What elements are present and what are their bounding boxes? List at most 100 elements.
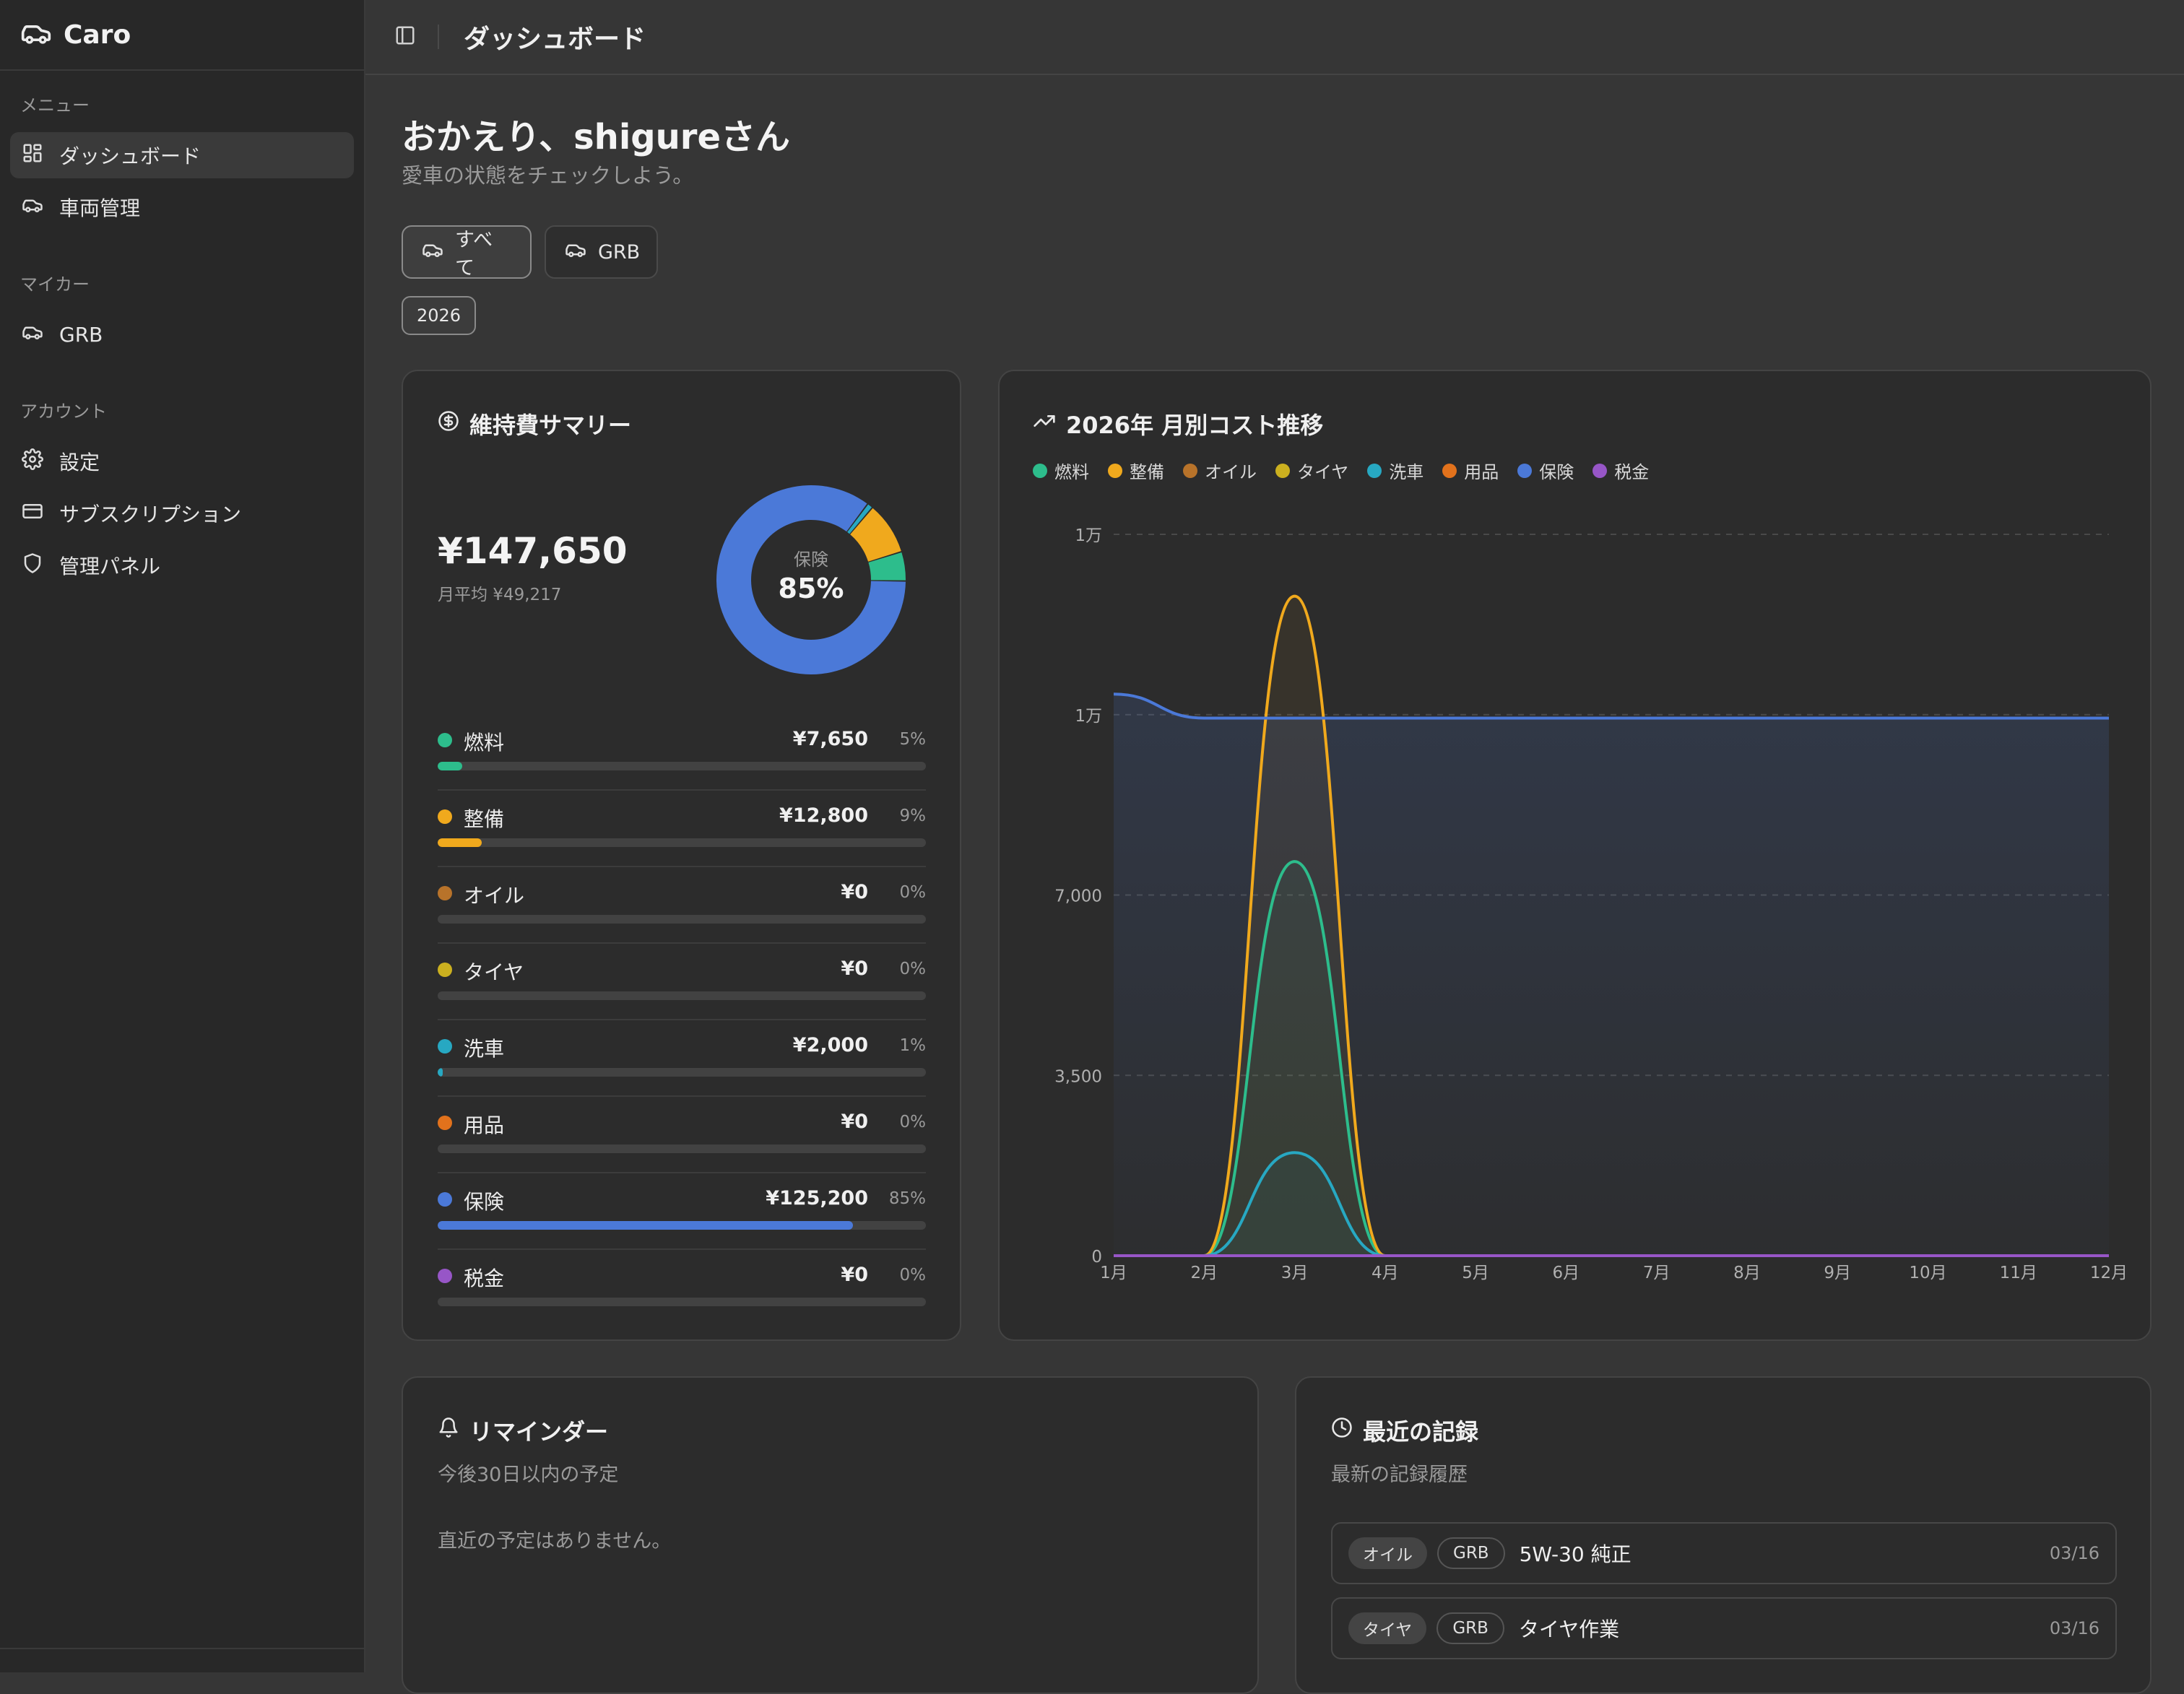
y-tick-label: 1万	[1075, 707, 1102, 726]
app-name: Caro	[64, 19, 131, 50]
x-tick-label: 8月	[1733, 1264, 1761, 1282]
x-tick-label: 5月	[1462, 1264, 1489, 1282]
monthly-cost-chart: 03,5007,0001万1万1月 2月 3月 4月 5月 6月 7月 8月 9月 10月 11月 1…	[1054, 526, 2128, 1282]
dollar-circle-icon	[438, 410, 459, 438]
sidebar-item-settings[interactable]: 設定	[10, 438, 354, 485]
record-row[interactable]: オイル GRB 5W-30 純正 03/16	[1331, 1522, 2117, 1584]
category-progress-track	[438, 1144, 926, 1153]
category-row: 用品 ¥0 0%	[438, 1097, 926, 1173]
category-list: 燃料 ¥7,650 5% 整備 ¥12,800 9% オイル ¥0 0% タイヤ ¥0 0% 洗車 ¥2,…	[438, 714, 926, 1326]
total-cost: ¥147,650	[438, 530, 628, 572]
category-progress-track	[438, 1068, 926, 1077]
greeting-subtitle: 愛車の状態をチェックしよう。	[402, 163, 694, 188]
monthly-average: 月平均 ¥49,217	[438, 586, 562, 604]
category-color-dot	[438, 1039, 452, 1054]
reminder-subtitle: 今後30日以内の予定	[438, 1464, 619, 1486]
year-chip[interactable]: 2026	[402, 296, 476, 335]
filter-all-button[interactable]: すべて	[402, 225, 532, 279]
reminder-title-text: リマインダー	[469, 1418, 609, 1446]
donut-center-label: 保険	[794, 550, 828, 570]
greeting-title: おかえり、shigureさん	[402, 117, 791, 157]
car-icon	[22, 194, 43, 221]
car-icon	[565, 239, 586, 266]
sidebar-toggle-icon[interactable]	[394, 25, 416, 49]
x-tick-label: 4月	[1372, 1264, 1399, 1282]
category-row: タイヤ ¥0 0%	[438, 944, 926, 1020]
category-amount: ¥2,000	[792, 1034, 868, 1056]
reminder-title: リマインダー	[438, 1414, 608, 1447]
reminder-card: リマインダー 今後30日以内の予定 直近の予定はありません。	[402, 1376, 1259, 1694]
sidebar-item-grb[interactable]: GRB	[10, 311, 354, 357]
sidebar-item-dashboard[interactable]: ダッシュボード	[10, 132, 354, 178]
nav-section-mycar: マイカー	[20, 274, 90, 295]
category-row: 整備 ¥12,800 9%	[438, 791, 926, 867]
credit-card-icon	[22, 500, 43, 527]
category-name: オイル	[464, 884, 525, 908]
category-name: 燃料	[464, 731, 505, 755]
dashboard-icon	[22, 142, 43, 169]
x-tick-label: 2月	[1190, 1264, 1218, 1282]
sidebar-item-vehicles[interactable]: 車両管理	[10, 184, 354, 230]
record-car-badge: GRB	[1436, 1612, 1504, 1644]
category-amount: ¥12,800	[779, 804, 868, 827]
category-percent: 1%	[899, 1036, 927, 1055]
y-tick-label: 1万	[1075, 526, 1102, 545]
nav-section-menu: メニュー	[20, 95, 90, 116]
page-title: ダッシュボード	[464, 25, 646, 54]
x-tick-label: 1月	[1100, 1264, 1127, 1282]
sidebar-item-label: ダッシュボード	[59, 144, 202, 168]
sidebar-item-admin[interactable]: 管理パネル	[10, 542, 354, 588]
record-title: タイヤ作業	[1518, 1617, 1620, 1641]
category-amount: ¥125,200	[766, 1187, 868, 1209]
category-color-dot	[438, 886, 452, 900]
category-row: オイル ¥0 0%	[438, 867, 926, 944]
y-tick-label: 3,500	[1054, 1067, 1102, 1086]
sidebar-footer	[0, 1648, 364, 1672]
category-row: 洗車 ¥2,000 1%	[438, 1020, 926, 1097]
y-tick-label: 7,000	[1054, 887, 1102, 906]
category-progress-track	[438, 838, 926, 847]
sidebar-item-label: 設定	[59, 451, 100, 474]
record-title: 5W-30 純正	[1519, 1542, 1632, 1566]
summary-title: 維持費サマリー	[438, 407, 631, 440]
header-divider	[438, 25, 439, 49]
category-color-dot	[438, 1192, 452, 1207]
brand[interactable]: Caro	[0, 0, 364, 71]
category-row: 税金 ¥0 0%	[438, 1250, 926, 1326]
category-progress-fill	[438, 762, 462, 770]
record-category-badge: オイル	[1348, 1537, 1427, 1569]
category-color-dot	[438, 1116, 452, 1130]
summary-card: 維持費サマリー ¥147,650 月平均 ¥49,217 保険 85% 燃料 ¥7…	[402, 370, 961, 1341]
clock-icon	[1331, 1417, 1353, 1444]
category-amount: ¥7,650	[792, 728, 868, 750]
reminder-empty-state: 直近の予定はありません。	[438, 1530, 672, 1552]
summary-title-text: 維持費サマリー	[469, 412, 632, 439]
x-tick-label: 3月	[1281, 1264, 1309, 1282]
filter-grb-button[interactable]: GRB	[545, 225, 658, 279]
category-percent: 9%	[899, 807, 927, 825]
record-row[interactable]: タイヤ GRB タイヤ作業 03/16	[1331, 1597, 2117, 1659]
x-tick-label: 9月	[1824, 1264, 1851, 1282]
x-tick-label: 11月	[2000, 1264, 2037, 1282]
bell-icon	[438, 1417, 459, 1444]
category-name: 税金	[464, 1267, 505, 1290]
record-date: 03/16	[2049, 1618, 2100, 1638]
record-car-badge: GRB	[1437, 1537, 1505, 1569]
category-progress-track	[438, 1298, 926, 1306]
record-date: 03/16	[2049, 1543, 2100, 1563]
category-progress-fill	[438, 838, 482, 847]
category-progress-track	[438, 762, 926, 770]
category-color-dot	[438, 963, 452, 977]
category-color-dot	[438, 733, 452, 747]
category-percent: 5%	[899, 730, 927, 749]
recent-title-text: 最近の記録	[1363, 1418, 1479, 1446]
category-percent: 0%	[899, 1266, 927, 1285]
sidebar-item-label: 管理パネル	[59, 555, 161, 578]
sidebar-item-label: 車両管理	[59, 196, 141, 220]
sidebar-item-subscription[interactable]: サブスクリプション	[10, 490, 354, 537]
trend-card: 2026年 月別コスト推移 燃料 整備 オイル タイヤ 洗車 用品 保険 税金 0 3,500 7…	[998, 370, 2152, 1341]
category-progress-fill	[438, 1068, 443, 1077]
filter-grb-label: GRB	[598, 240, 641, 264]
category-progress-track	[438, 915, 926, 924]
category-percent: 85%	[888, 1189, 926, 1208]
